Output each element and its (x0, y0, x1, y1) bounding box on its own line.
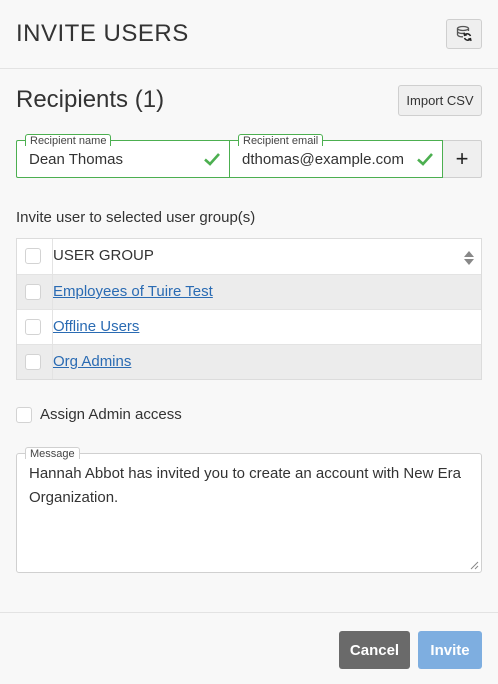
add-recipient-button[interactable]: + (443, 140, 482, 178)
recipient-email-value[interactable]: dthomas@example.com (242, 151, 404, 168)
user-group-intro: Invite user to selected user group(s) (16, 209, 256, 226)
modal-footer: Cancel Invite (0, 612, 498, 684)
recipient-name-field[interactable]: Recipient name Dean Thomas (16, 134, 230, 178)
recipients-title: Recipients (1) (16, 86, 165, 113)
invite-users-modal: INVITE USERS Recipients (1) Import CSV R… (0, 0, 498, 684)
row-checkbox[interactable] (25, 319, 41, 335)
modal-header: INVITE USERS (0, 0, 498, 69)
resize-handle-icon[interactable] (470, 561, 479, 570)
check-icon (204, 153, 220, 166)
message-label: Message (25, 447, 80, 460)
recipient-email-label: Recipient email (238, 134, 324, 147)
modal-title: INVITE USERS (16, 20, 189, 47)
recipient-name-label: Recipient name (25, 134, 112, 147)
user-group-link[interactable]: Offline Users (53, 318, 139, 335)
user-group-table: USER GROUP Employees of Tuire Test Offli… (16, 238, 482, 380)
refresh-button[interactable] (446, 19, 482, 49)
row-checkbox[interactable] (25, 284, 41, 300)
assign-admin-checkbox[interactable] (16, 407, 32, 423)
row-checkbox[interactable] (25, 354, 41, 370)
user-group-link[interactable]: Employees of Tuire Test (53, 283, 213, 300)
database-refresh-icon (456, 25, 472, 42)
table-row[interactable]: Org Admins (17, 344, 481, 379)
table-row[interactable]: Offline Users (17, 309, 481, 344)
select-all-checkbox[interactable] (25, 248, 41, 264)
recipient-name-value[interactable]: Dean Thomas (29, 151, 123, 168)
user-group-column-header[interactable]: USER GROUP (53, 247, 154, 264)
sort-icon[interactable] (463, 250, 475, 266)
message-textarea[interactable]: Message Hannah Abbot has invited you to … (16, 447, 482, 573)
import-csv-button[interactable]: Import CSV (398, 85, 482, 116)
recipient-email-field[interactable]: Recipient email dthomas@example.com (229, 134, 443, 178)
table-row[interactable]: Employees of Tuire Test (17, 274, 481, 309)
invite-button[interactable]: Invite (418, 631, 482, 669)
assign-admin-label[interactable]: Assign Admin access (40, 406, 182, 423)
check-icon (417, 153, 433, 166)
message-text[interactable]: Hannah Abbot has invited you to create a… (29, 462, 469, 510)
user-group-link[interactable]: Org Admins (53, 353, 131, 370)
cancel-button[interactable]: Cancel (339, 631, 410, 669)
table-header-row: USER GROUP (17, 239, 481, 274)
